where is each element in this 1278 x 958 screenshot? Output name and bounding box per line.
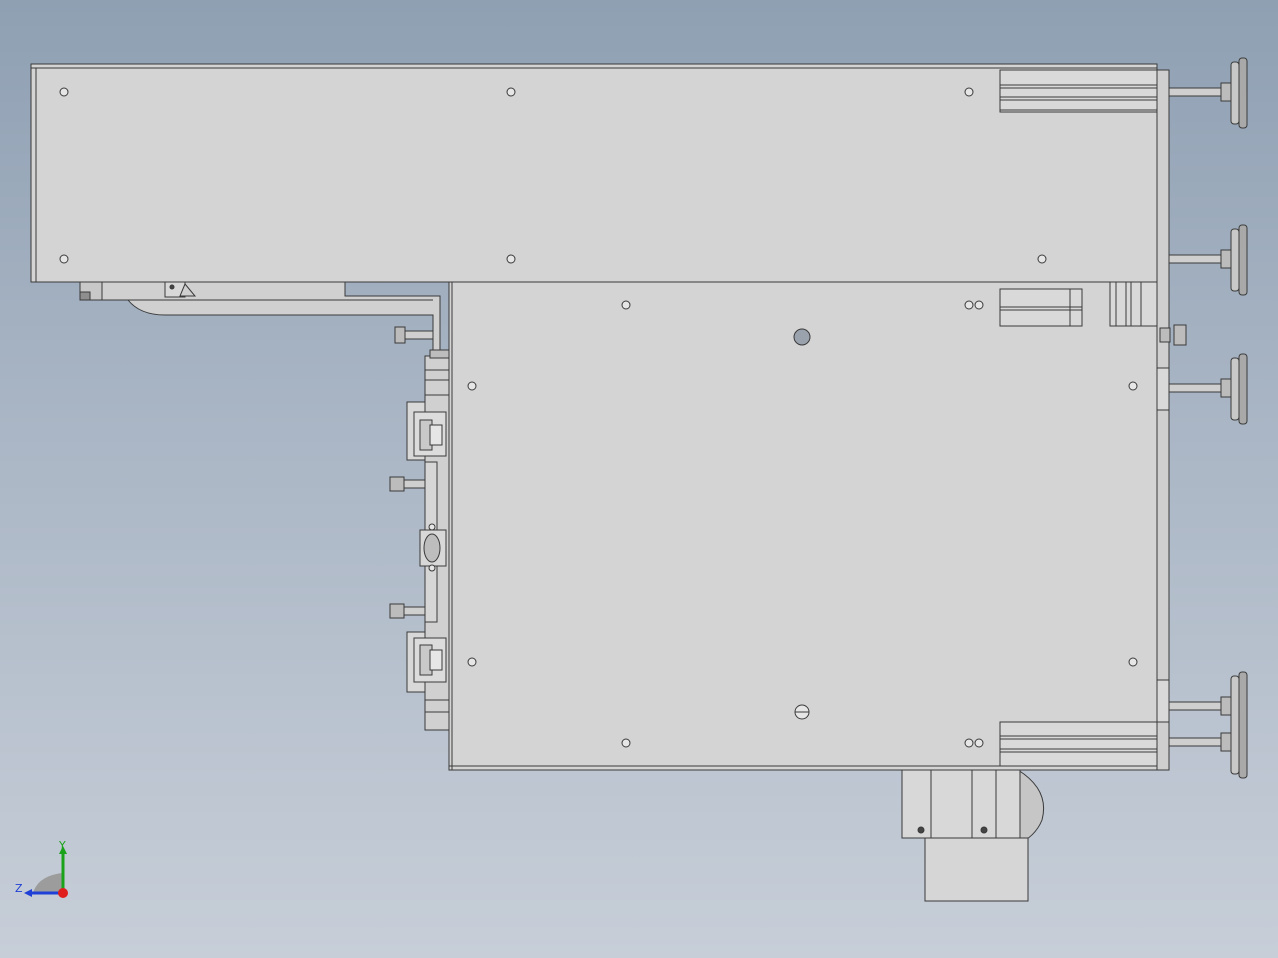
y-axis-label: Y bbox=[58, 839, 66, 852]
triad-shade bbox=[33, 873, 62, 893]
origin-dot bbox=[58, 888, 68, 898]
cad-viewport[interactable]: Y Z bbox=[0, 0, 1278, 958]
model-drawing[interactable] bbox=[0, 0, 1278, 958]
z-axis-arrowhead bbox=[24, 889, 32, 897]
leveling-foot bbox=[1168, 224, 1248, 296]
leveling-foot bbox=[1168, 57, 1248, 129]
left-bracket bbox=[79, 281, 441, 351]
leveling-foot bbox=[1168, 671, 1248, 779]
carriage-plate bbox=[448, 281, 1170, 771]
leveling-foot bbox=[1168, 353, 1248, 425]
right-end-plate bbox=[1156, 69, 1170, 771]
z-axis-label: Z bbox=[15, 882, 23, 895]
leveling-feet bbox=[1159, 57, 1248, 779]
top-beam bbox=[30, 63, 1158, 283]
axis-triad: Y Z bbox=[15, 839, 68, 898]
bottom-motor bbox=[901, 769, 1045, 902]
left-roller-assembly bbox=[389, 326, 450, 731]
